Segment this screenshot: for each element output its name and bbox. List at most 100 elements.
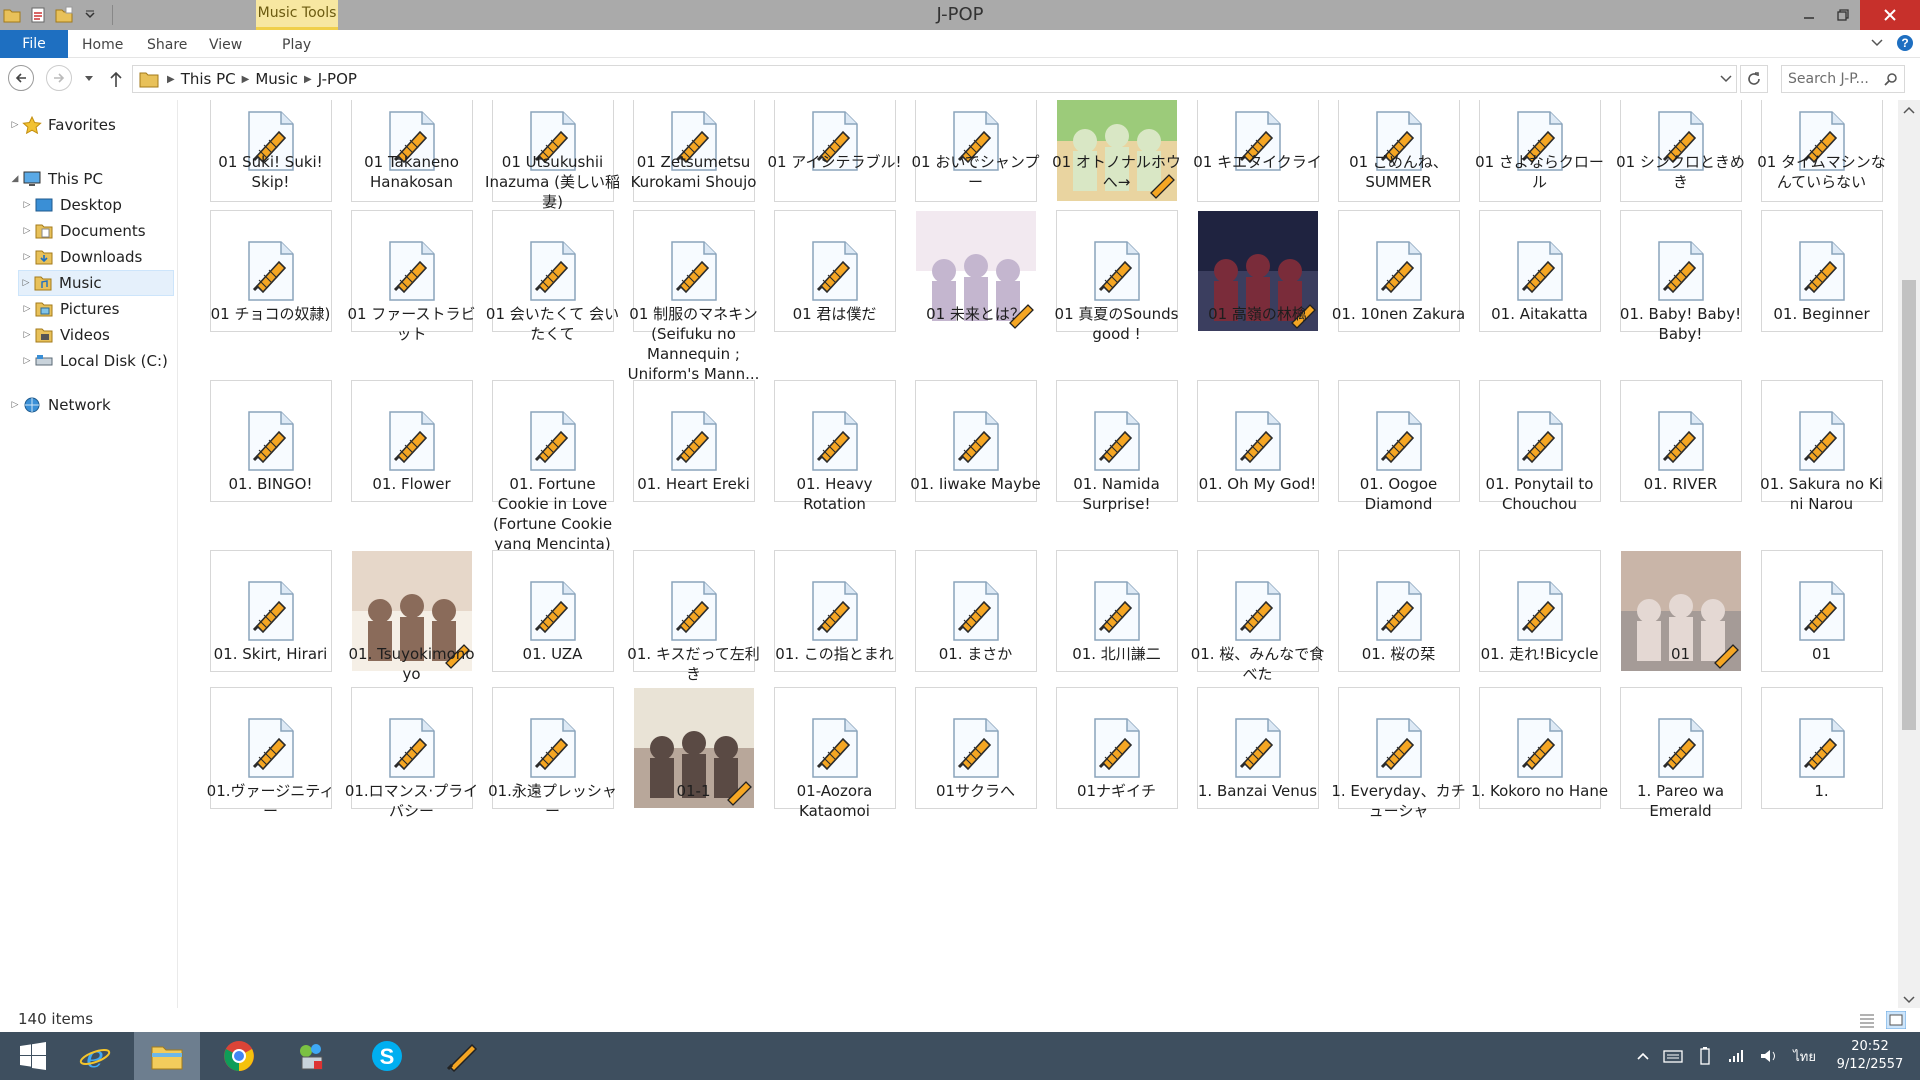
minimize-button[interactable] [1792, 0, 1826, 30]
nav-videos[interactable]: ▷ Videos [20, 322, 110, 348]
up-arrow-icon[interactable] [108, 70, 124, 88]
breadcrumb-arrow-icon[interactable]: ▶ [242, 74, 250, 85]
audio-file-icon [1094, 241, 1140, 301]
tab-view[interactable]: View [209, 30, 242, 58]
expand-arrow-icon[interactable]: ▷ [20, 304, 34, 314]
file-name: 01.永遠プレッシャー [488, 782, 617, 820]
audio-file-icon [812, 241, 858, 301]
audio-file-icon [953, 411, 999, 471]
close-button[interactable] [1860, 0, 1920, 30]
windows-logo-icon [20, 1042, 46, 1070]
expand-arrow-icon[interactable]: ▷ [20, 330, 34, 340]
tab-home[interactable]: Home [82, 30, 123, 58]
skype-icon: S [372, 1041, 402, 1071]
refresh-button[interactable] [1740, 65, 1768, 93]
battery-icon[interactable] [1697, 1047, 1713, 1065]
expand-arrow-icon[interactable]: ▷ [20, 252, 34, 262]
audio-file-icon [1517, 581, 1563, 641]
forward-button[interactable] [46, 65, 72, 91]
folder-icon [139, 72, 159, 88]
volume-icon[interactable] [1759, 1047, 1779, 1065]
expand-ribbon-icon[interactable] [1870, 36, 1884, 50]
breadcrumb-j-pop[interactable]: J-POP [318, 70, 357, 88]
item-count: 140 items [18, 1010, 94, 1028]
expand-arrow-icon[interactable]: ▷ [20, 200, 34, 210]
breadcrumb-arrow-icon[interactable]: ▶ [304, 74, 312, 85]
nav-pictures[interactable]: ▷ Pictures [20, 296, 120, 322]
breadcrumb-this-pc[interactable]: This PC [181, 70, 236, 88]
expand-arrow-icon[interactable]: ▷ [20, 226, 34, 236]
recent-locations-chevron-icon[interactable] [84, 75, 94, 83]
breadcrumb-music[interactable]: Music [255, 70, 298, 88]
scroll-down-icon[interactable] [1903, 996, 1915, 1004]
taskbar-internet-explorer[interactable]: e [62, 1032, 128, 1080]
signal-icon[interactable] [1727, 1048, 1745, 1064]
nav-documents[interactable]: ▷ Documents [20, 218, 146, 244]
nav-videos-label: Videos [60, 326, 110, 344]
nav-desktop[interactable]: ▷ Desktop [20, 192, 122, 218]
close-icon [1884, 9, 1896, 21]
ribbon: File Home Share View Play ? [0, 30, 1920, 58]
svg-text:S: S [380, 1044, 395, 1069]
expand-arrow-icon[interactable]: ▷ [8, 120, 22, 130]
search-icon[interactable] [1884, 72, 1898, 86]
nav-network[interactable]: ▷ Network [8, 392, 111, 418]
expand-arrow-icon[interactable]: ▷ [8, 400, 22, 410]
taskbar-app[interactable] [278, 1032, 344, 1080]
file-tab[interactable]: File [0, 30, 68, 58]
audio-file-icon [389, 411, 435, 471]
nav-downloads[interactable]: ▷ Downloads [20, 244, 143, 270]
file-name: 01. まさか [938, 645, 1013, 663]
audio-file-icon [812, 581, 858, 641]
file-name: 01サクラへ [935, 782, 1016, 800]
expand-arrow-icon[interactable]: ▷ [19, 278, 33, 288]
clock-date: 9/12/2557 [1836, 1057, 1904, 1072]
restore-button[interactable] [1826, 0, 1860, 30]
nav-favorites[interactable]: ▷ Favorites [8, 112, 116, 138]
expand-arrow-icon[interactable]: ▷ [20, 356, 34, 366]
svg-text:?: ? [1901, 36, 1908, 50]
tab-play[interactable]: Play [282, 30, 311, 58]
details-view-icon[interactable] [1858, 1012, 1876, 1028]
taskbar-skype[interactable]: S [354, 1032, 420, 1080]
show-hidden-icons-icon[interactable] [1637, 1051, 1649, 1061]
input-language[interactable]: ไทย [1793, 1046, 1816, 1067]
audio-file-icon [530, 241, 576, 301]
taskbar-chrome[interactable] [206, 1032, 272, 1080]
back-button[interactable] [8, 65, 34, 91]
start-button[interactable] [0, 1032, 66, 1080]
taskbar-music-player[interactable] [428, 1032, 494, 1080]
clock[interactable]: 20:52 9/12/2557 [1830, 1038, 1910, 1074]
music-tools-context-tab[interactable]: Music Tools [256, 0, 338, 30]
file-name: 01 Utsukushii Inazuma (美しい稲妻) [485, 153, 620, 211]
scroll-up-icon[interactable] [1903, 106, 1915, 114]
address-dropdown-icon[interactable] [1720, 72, 1732, 86]
audio-file-icon [530, 718, 576, 778]
file-name: 1. Pareo wa Emerald [1636, 782, 1725, 820]
search-placeholder: Search J-P... [1788, 71, 1869, 87]
file-name: 01 キエタイクライ [1193, 153, 1322, 171]
audio-file-icon [1235, 718, 1281, 778]
nav-music[interactable]: ▷ Music [18, 270, 174, 296]
nav-this-pc[interactable]: ◢ This PC [8, 166, 103, 192]
address-bar[interactable]: ▶ This PC ▶ Music ▶ J-POP [132, 65, 1737, 93]
taskbar-file-explorer[interactable] [134, 1032, 200, 1080]
nav-local-disk[interactable]: ▷ Local Disk (C:) [20, 348, 168, 374]
file-name: 01 [1670, 645, 1691, 663]
videos-folder-icon [35, 328, 53, 343]
tab-share[interactable]: Share [147, 30, 187, 58]
keyboard-icon[interactable] [1663, 1048, 1683, 1064]
scrollbar-thumb[interactable] [1902, 280, 1916, 730]
file-thumbnail[interactable] [1197, 100, 1319, 202]
file-name: 01 シンクロときめき [1616, 153, 1745, 191]
breadcrumb-arrow-icon[interactable]: ▶ [167, 74, 175, 85]
large-icons-view-icon[interactable] [1886, 1011, 1906, 1029]
restore-icon [1837, 9, 1849, 21]
file-thumbnail[interactable] [774, 100, 896, 202]
help-icon[interactable]: ? [1896, 34, 1914, 52]
drive-icon [35, 355, 53, 366]
search-box[interactable]: Search J-P... [1781, 65, 1905, 93]
collapse-arrow-icon[interactable]: ◢ [8, 174, 22, 184]
audio-file-icon [1376, 718, 1422, 778]
audio-file-icon [812, 411, 858, 471]
